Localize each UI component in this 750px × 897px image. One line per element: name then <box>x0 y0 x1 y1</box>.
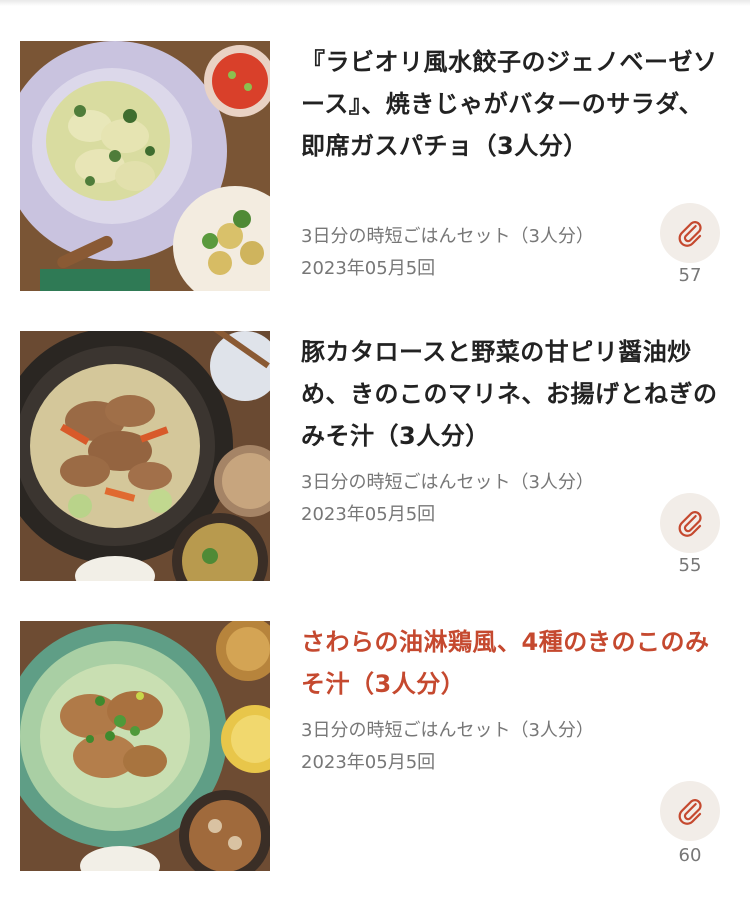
clip-button[interactable] <box>660 203 720 263</box>
paperclip-icon <box>678 221 702 247</box>
recipe-category: 3日分の時短ごはんセット（3人分） <box>301 472 594 493</box>
recipe-title[interactable]: 『ラビオリ風水餃子のジェノベーゼソース』、焼きじゃがバターのサラダ、即席ガスパチ… <box>301 41 726 167</box>
paperclip-icon <box>678 799 702 825</box>
recipe-category: 3日分の時短ごはんセット（3人分） <box>301 226 594 247</box>
clip-count: 60 <box>678 845 702 866</box>
clip-button[interactable] <box>660 493 720 553</box>
top-divider <box>0 0 750 6</box>
recipe-date: 2023年05月5回 <box>301 258 436 279</box>
clip-count: 57 <box>678 265 702 286</box>
recipe-card[interactable]: さわらの油淋鶏風、4種のきのこのみそ汁（3人分） 3日分の時短ごはんセット（3人… <box>20 621 730 871</box>
clip-button[interactable] <box>660 781 720 841</box>
recipe-image[interactable] <box>20 41 270 291</box>
clip-count: 55 <box>678 555 702 576</box>
recipe-date: 2023年05月5回 <box>301 752 436 773</box>
recipe-image[interactable] <box>20 621 270 871</box>
recipe-title[interactable]: さわらの油淋鶏風、4種のきのこのみそ汁（3人分） <box>301 621 726 705</box>
recipe-title[interactable]: 豚カタロースと野菜の甘ピリ醤油炒め、きのこのマリネ、お揚げとねぎのみそ汁（3人分… <box>301 331 726 457</box>
recipe-category: 3日分の時短ごはんセット（3人分） <box>301 720 594 741</box>
recipe-image[interactable] <box>20 331 270 581</box>
recipe-card[interactable]: 豚カタロースと野菜の甘ピリ醤油炒め、きのこのマリネ、お揚げとねぎのみそ汁（3人分… <box>20 331 730 581</box>
recipe-date: 2023年05月5回 <box>301 504 436 525</box>
recipe-card[interactable]: 『ラビオリ風水餃子のジェノベーゼソース』、焼きじゃがバターのサラダ、即席ガスパチ… <box>20 41 730 291</box>
paperclip-icon <box>678 511 702 537</box>
